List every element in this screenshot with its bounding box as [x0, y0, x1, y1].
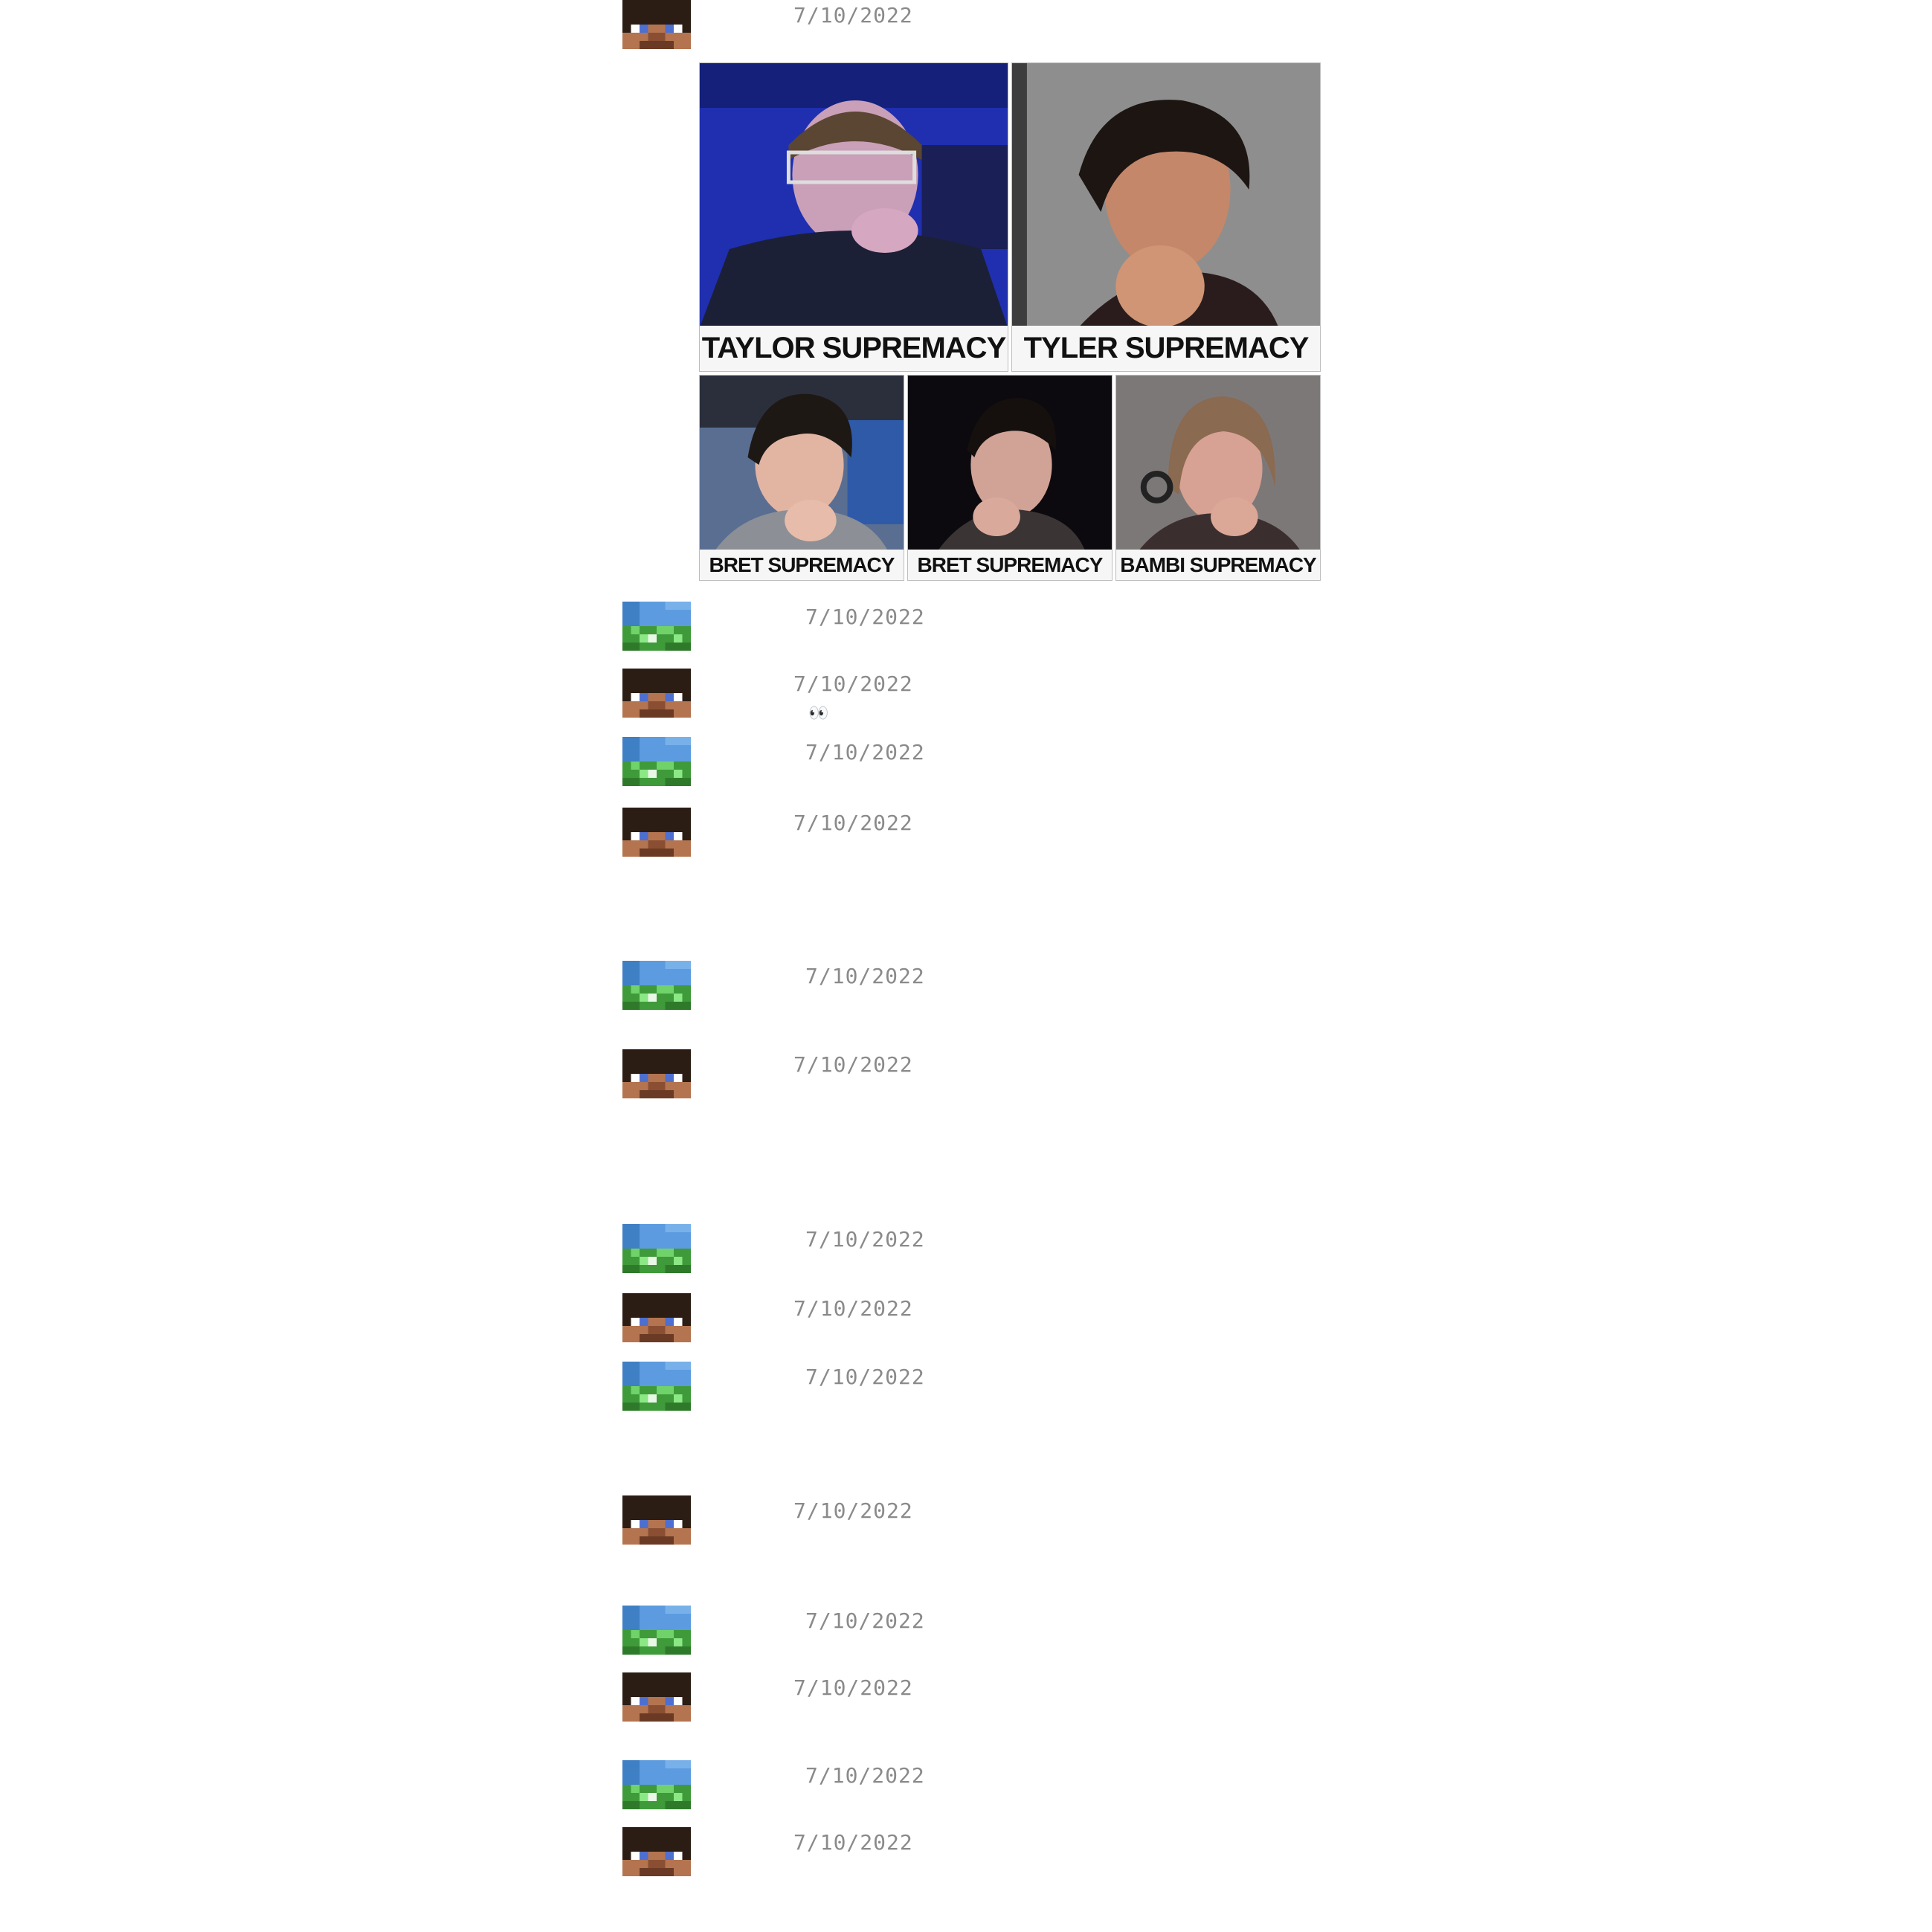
message-timestamp: 7/10/2022	[793, 1498, 913, 1523]
message: 7/10/2022	[622, 1224, 1366, 1273]
message: 7/10/2022	[622, 961, 1366, 1010]
meme-panel: BAMBI SUPREMACY	[1115, 375, 1321, 581]
message: 7/10/2022	[622, 1362, 1366, 1411]
steve-avatar[interactable]	[622, 669, 691, 718]
message-timestamp: 7/10/2022	[793, 1675, 913, 1700]
message: 7/10/2022	[622, 1827, 1366, 1876]
message-timestamp: 7/10/2022	[805, 1763, 925, 1788]
image-attachment[interactable]: TAYLOR SUPREMACY TYLER SUPREMACY BRET SU…	[699, 62, 1321, 581]
message-timestamp: 7/10/2022	[793, 1830, 913, 1855]
message: 7/10/2022	[622, 1049, 1366, 1098]
steve-avatar[interactable]	[622, 1049, 691, 1098]
message: 7/10/2022	[622, 737, 1366, 786]
message: 7/10/2022	[622, 1495, 1366, 1545]
chat-log: 7/10/2022 TAYLOR SUPREMACY TYLER SUPREMA…	[0, 0, 1932, 1932]
photo	[1012, 63, 1320, 327]
grass-avatar[interactable]	[622, 737, 691, 786]
grass-avatar[interactable]	[622, 1224, 691, 1273]
steve-avatar[interactable]	[622, 1293, 691, 1342]
meme-panel: BRET SUPREMACY	[907, 375, 1112, 581]
grass-avatar[interactable]	[622, 961, 691, 1010]
steve-avatar[interactable]	[622, 1672, 691, 1722]
message: 7/10/2022	[622, 602, 1366, 651]
message-timestamp: 7/10/2022	[805, 1227, 925, 1252]
meme-caption: BRET SUPREMACY	[908, 550, 1112, 580]
photo	[700, 376, 904, 551]
steve-avatar[interactable]	[622, 1827, 691, 1876]
meme-panel: TAYLOR SUPREMACY	[699, 62, 1008, 372]
grass-avatar[interactable]	[622, 1606, 691, 1655]
grass-avatar[interactable]	[622, 602, 691, 651]
message-timestamp: 7/10/2022	[805, 740, 925, 764]
photo	[908, 376, 1112, 551]
meme-caption: TAYLOR SUPREMACY	[700, 326, 1008, 371]
eyes-emoji: 👀	[808, 704, 829, 723]
meme-caption: BAMBI SUPREMACY	[1116, 550, 1320, 580]
message-timestamp: 7/10/2022	[793, 811, 913, 835]
steve-avatar[interactable]	[622, 0, 691, 49]
message: 7/10/2022	[622, 1293, 1366, 1342]
message-timestamp: 7/10/2022	[805, 1365, 925, 1389]
message-timestamp: 7/10/2022	[805, 605, 925, 629]
message-timestamp: 7/10/2022	[793, 672, 913, 696]
photo	[1116, 376, 1320, 551]
message-timestamp: 7/10/2022	[805, 964, 925, 988]
meme-panel: TYLER SUPREMACY	[1011, 62, 1321, 372]
message: 7/10/2022	[622, 0, 1366, 49]
photo	[700, 63, 1008, 327]
message: 7/10/2022	[622, 1672, 1366, 1722]
message-timestamp: 7/10/2022	[805, 1609, 925, 1633]
steve-avatar[interactable]	[622, 808, 691, 857]
message: 7/10/2022	[622, 1760, 1366, 1809]
meme-caption: TYLER SUPREMACY	[1012, 326, 1320, 371]
message-timestamp: 7/10/2022	[793, 1052, 913, 1077]
meme-panel: BRET SUPREMACY	[699, 375, 904, 581]
steve-avatar[interactable]	[622, 1495, 691, 1545]
message: 7/10/2022	[622, 808, 1366, 857]
message-timestamp: 7/10/2022	[793, 1296, 913, 1321]
message: 7/10/2022 👀	[622, 669, 1366, 723]
grass-avatar[interactable]	[622, 1362, 691, 1411]
grass-avatar[interactable]	[622, 1760, 691, 1809]
message-timestamp: 7/10/2022	[793, 3, 913, 28]
meme-caption: BRET SUPREMACY	[700, 550, 904, 580]
message: 7/10/2022	[622, 1606, 1366, 1655]
